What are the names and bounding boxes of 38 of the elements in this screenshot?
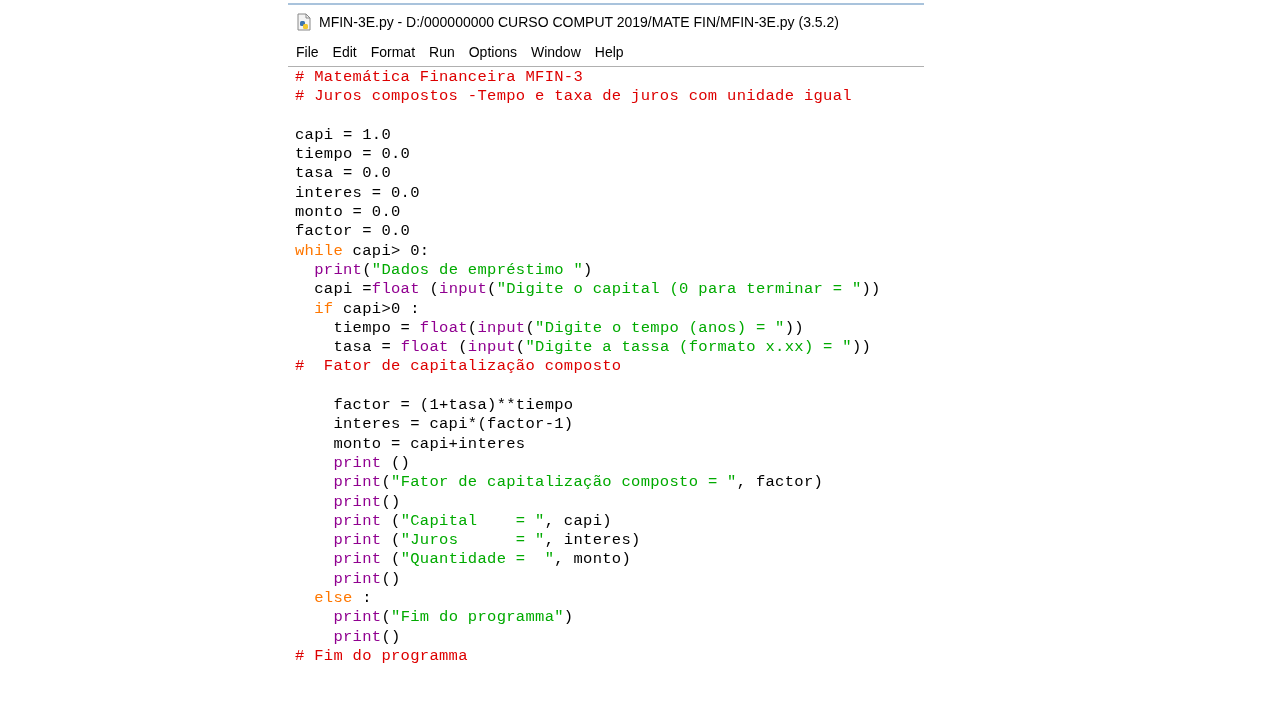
code-line: interes = capi*(factor-1) (332, 415, 574, 435)
code-line: capi =float (input("Digite o capital (0 para terminar = ")) (313, 280, 881, 300)
code-line: print() (332, 569, 401, 589)
code-line: print ("Capital = ", capi) (332, 511, 612, 532)
code-line: print ("Juros = ", interes) (332, 531, 641, 551)
code-line: while capi> 0: (295, 241, 430, 261)
menu-item[interactable]: Options (468, 42, 517, 63)
python-file-icon (295, 13, 313, 31)
code-line: else : (313, 589, 372, 609)
code-line: # Matemática Financeira MFIN-3 (295, 68, 584, 88)
code-line: print("Dados de empréstimo ") (313, 260, 593, 281)
code-line: print ("Quantidade = ", monto) (332, 550, 632, 570)
code-line: if capi>0 : (313, 299, 420, 319)
code-line: print("Fator de capitalização composto = ", factor) (332, 473, 824, 493)
code-line: monto = capi+interes (332, 434, 526, 454)
code-line: interes = 0.0 (295, 183, 420, 204)
code-line: tiempo = float(input("Digite o tempo (anos) = ")) (332, 318, 804, 339)
code-line: factor = 0.0 (295, 222, 411, 242)
code-line: # Juros compostos -Tempo e taxa de juros com unidade igual (295, 87, 852, 107)
code-line: print () (332, 453, 411, 474)
window-title: MFIN-3E.py - D:/000000000 CURSO COMPUT 2019/MATE FIN/MFIN-3E.py (3.5.2) (319, 12, 839, 32)
code-line: # Fator de capitalização composto (295, 357, 622, 377)
menu-item[interactable]: Format (370, 42, 416, 63)
menu-item[interactable]: Window (530, 42, 581, 63)
code-line: factor = (1+tasa)**tiempo (332, 396, 574, 416)
code-line: monto = 0.0 (295, 203, 401, 223)
code-line: print() (332, 492, 401, 512)
menu-item[interactable]: Help (594, 42, 624, 63)
code-line: # Fim do programma (295, 646, 468, 667)
code-line: tasa = 0.0 (295, 164, 391, 184)
code-line: print() (332, 627, 401, 647)
menu-item[interactable]: Run (429, 42, 455, 63)
menu-item[interactable]: File (296, 42, 319, 63)
code-line: print("Fim do programma") (332, 608, 574, 628)
code-line: tasa = float (input("Digite a tassa (formato x.xx) = ")) (332, 338, 872, 358)
code-line: capi = 1.0 (295, 125, 391, 146)
code-line: tiempo = 0.0 (295, 145, 411, 165)
menu-item[interactable]: Edit (332, 42, 357, 63)
